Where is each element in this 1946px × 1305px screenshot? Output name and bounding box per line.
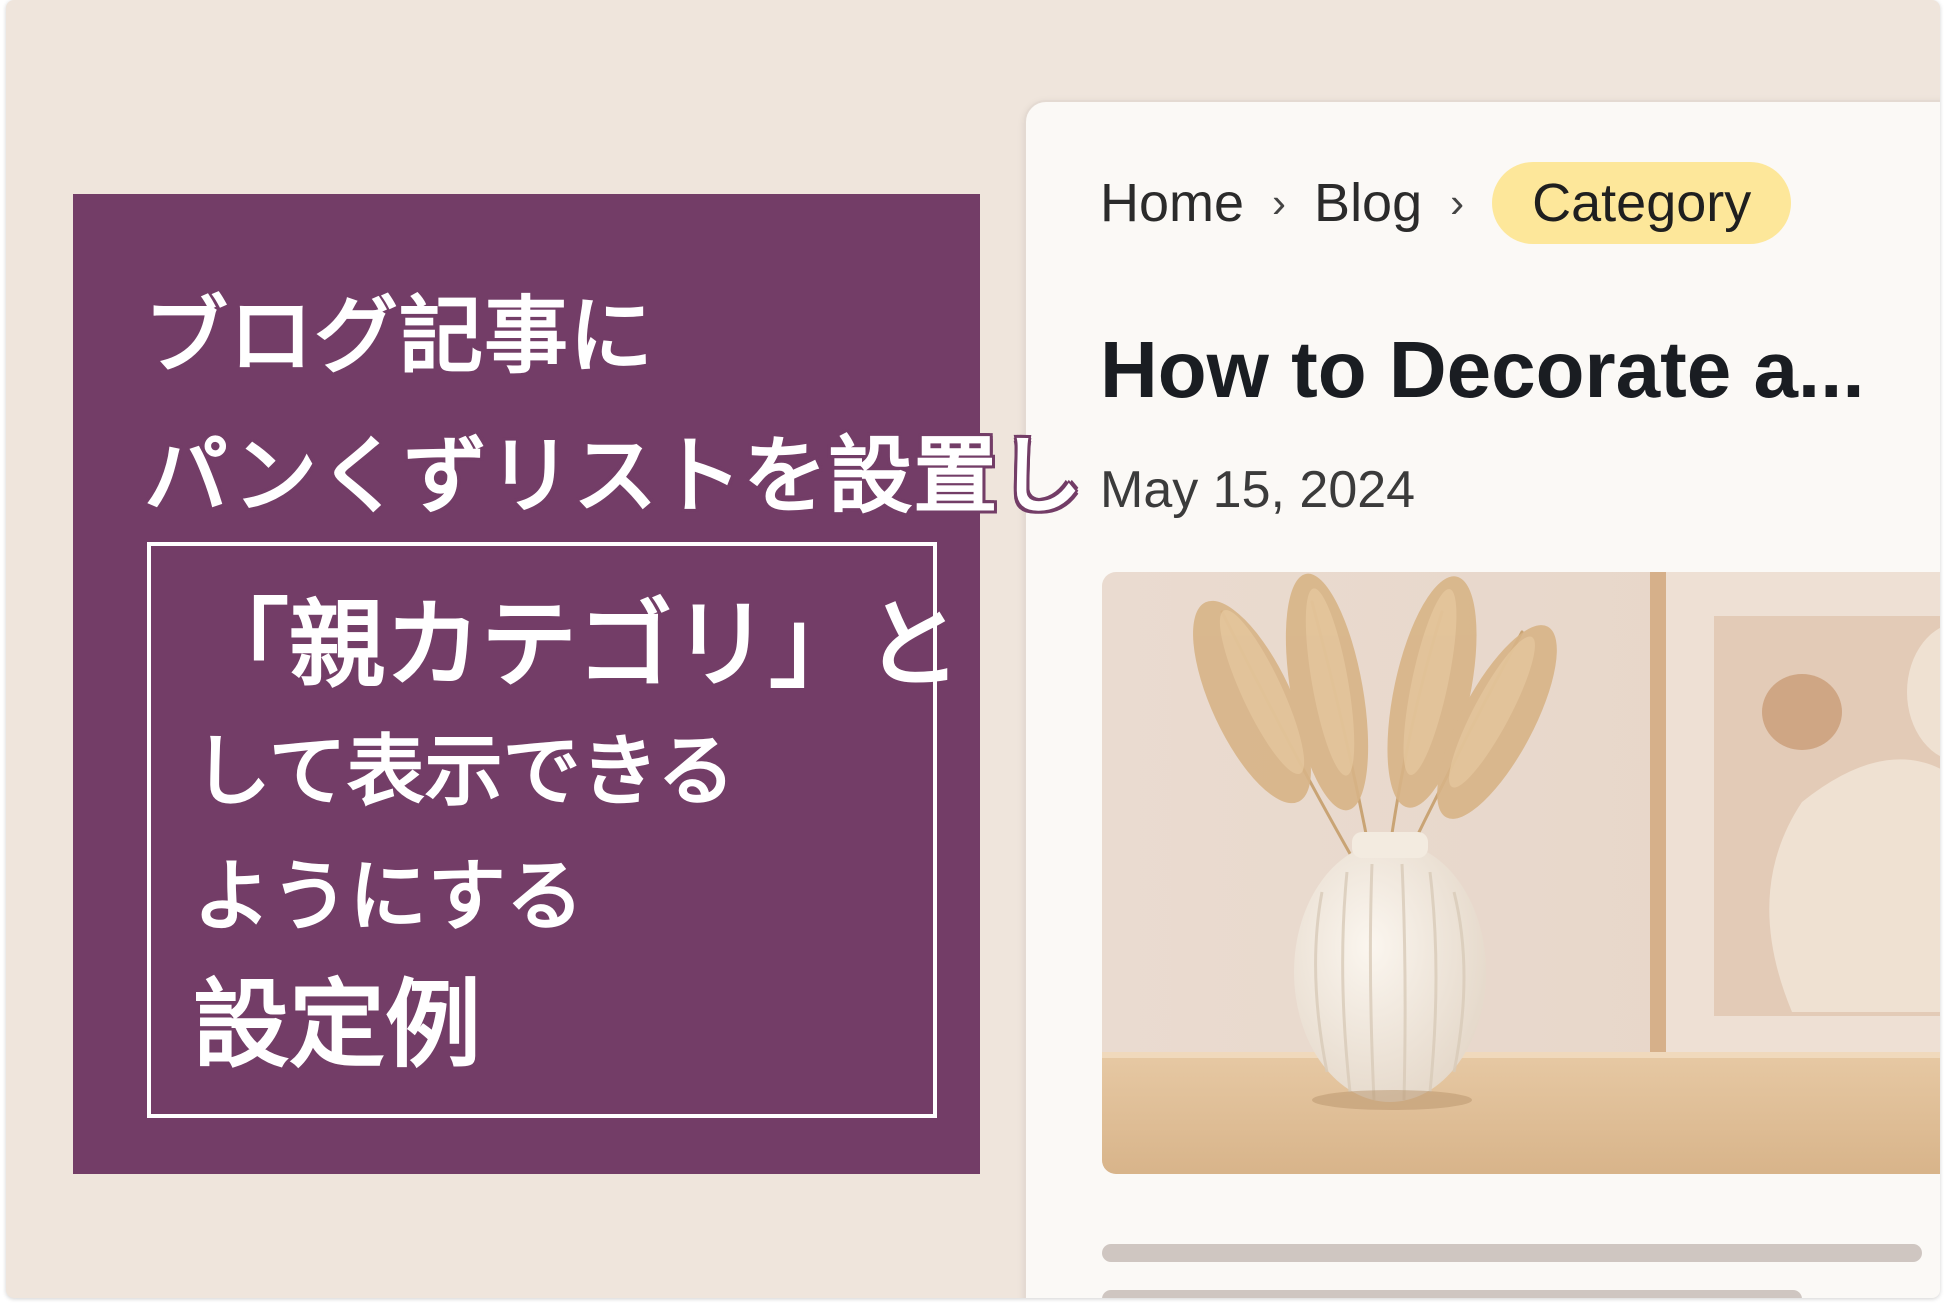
content-placeholder-bar <box>1102 1244 1922 1262</box>
promo-title: ブログ記事に パンくずリストを設置し <box>144 266 1083 546</box>
screenshot-frame: 「親カテゴリ」と して表示できる ようにする 設定例 ブログ記事に パンくずリス… <box>6 0 1940 1298</box>
blog-post-card: Home › Blog › Category How to Decorate a… <box>1024 100 1940 1298</box>
chevron-right-icon: › <box>1450 179 1465 226</box>
promo-title-line-2: パンくずリストを設置し <box>144 427 1084 525</box>
promo-box-line-1: 「親カテゴリ」と <box>193 589 961 701</box>
breadcrumb-blog-link[interactable]: Blog <box>1314 172 1422 234</box>
promo-box-line-2: して表示できる <box>193 727 736 817</box>
post-title[interactable]: How to Decorate a... <box>1100 324 1865 416</box>
breadcrumb: Home › Blog › Category <box>1100 162 1792 244</box>
breadcrumb-home-link[interactable]: Home <box>1100 172 1244 234</box>
promo-box: 「親カテゴリ」と して表示できる ようにする 設定例 <box>147 542 961 1118</box>
post-date: May 15, 2024 <box>1100 461 1416 519</box>
promo-box-line-3: ようにする <box>193 852 584 942</box>
promo-box-line-4: 設定例 <box>193 969 481 1081</box>
content-placeholder-bar <box>1102 1290 1802 1298</box>
post-hero-image <box>1102 572 1940 1174</box>
breadcrumb-category-current[interactable]: Category <box>1492 162 1792 244</box>
vase-photo-icon <box>1102 572 1940 1174</box>
promo-title-line-1: ブログ記事に <box>144 287 655 385</box>
chevron-right-icon: › <box>1272 179 1287 226</box>
promo-box-text: 「親カテゴリ」と して表示できる ようにする 設定例 <box>193 580 961 1090</box>
